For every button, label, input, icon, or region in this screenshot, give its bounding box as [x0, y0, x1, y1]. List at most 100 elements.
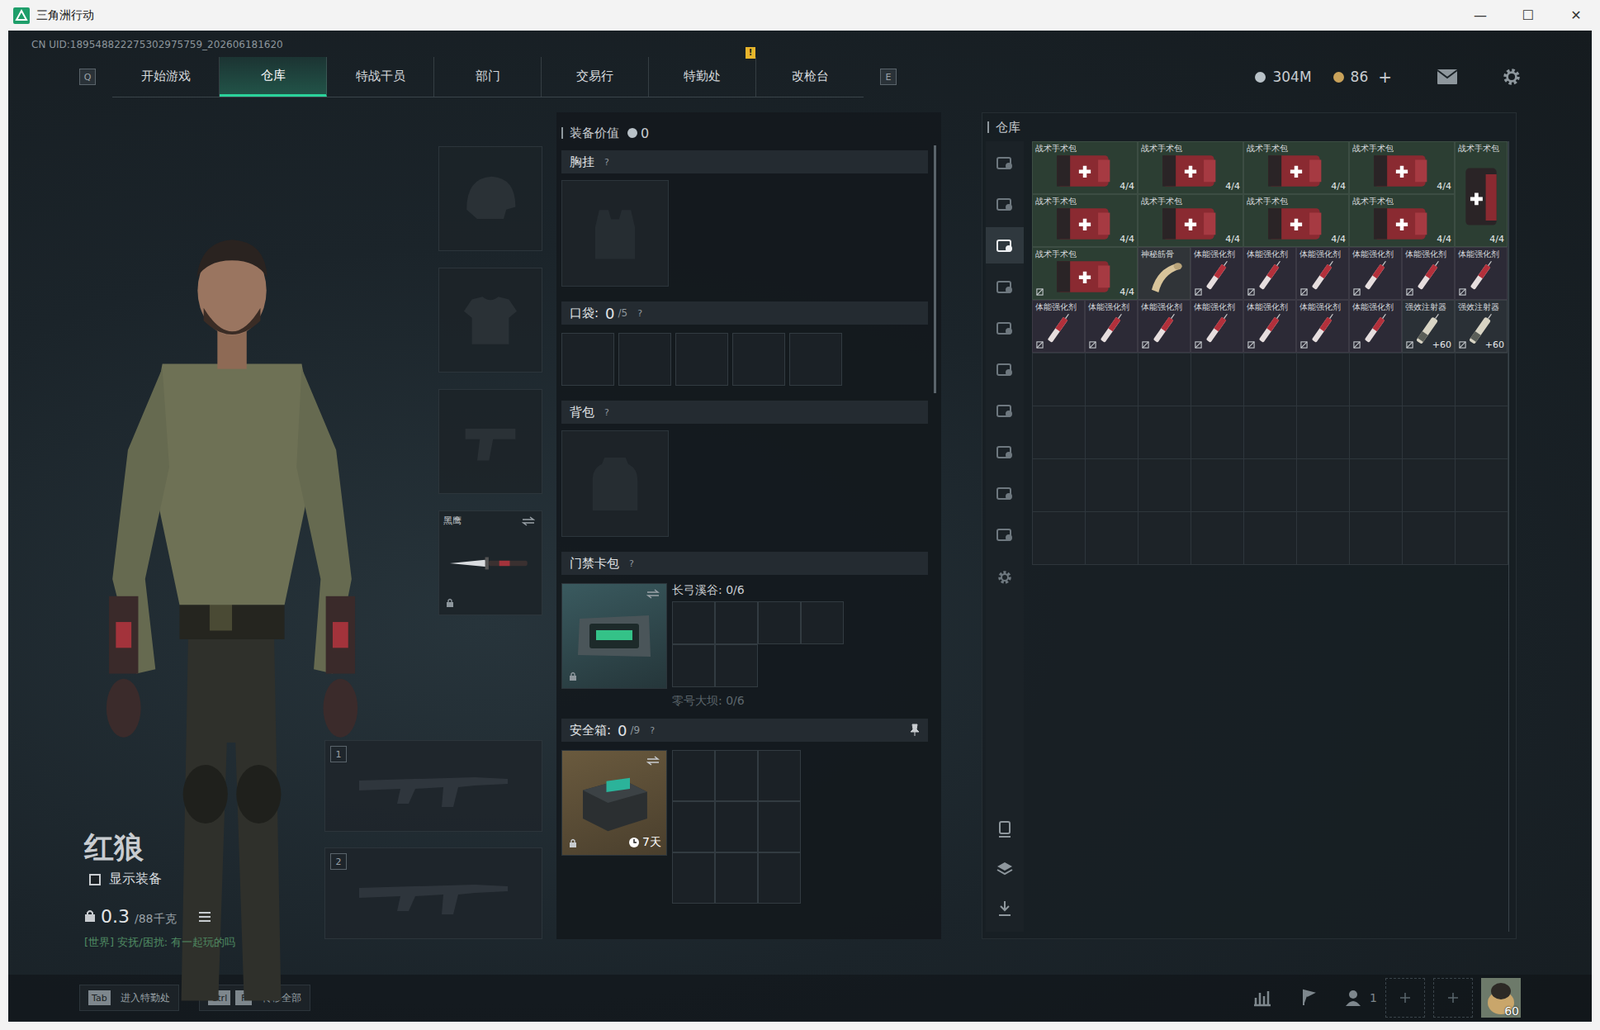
pocket-slot[interactable] — [789, 332, 843, 386]
nav-tab[interactable]: 改枪台 — [756, 56, 864, 97]
weapon-slot[interactable]: 1 — [324, 739, 543, 832]
keycard-cell[interactable] — [672, 601, 715, 644]
keycard-cell[interactable] — [672, 643, 715, 687]
stats-chart-icon[interactable] — [1252, 987, 1273, 1008]
gear-slot[interactable] — [438, 146, 543, 251]
warehouse-item[interactable]: 体能强化剂 — [1296, 299, 1350, 353]
warehouse-item[interactable]: 体能强化剂 — [1190, 246, 1244, 300]
warehouse-tab[interactable] — [985, 227, 1024, 264]
keycard-cell[interactable] — [757, 601, 801, 644]
warehouse-item[interactable]: 体能强化剂 — [1296, 246, 1350, 300]
pocket-slot[interactable] — [675, 332, 729, 386]
window-control-button[interactable]: — — [1456, 0, 1505, 31]
warehouse-scrollbar[interactable] — [1508, 141, 1510, 932]
gear-slot[interactable] — [438, 388, 543, 494]
warehouse-item[interactable]: 体能强化剂 — [1084, 299, 1138, 353]
nav-tab[interactable]: 部门 — [434, 56, 542, 97]
gear-slot[interactable]: 黑鹰 — [438, 510, 543, 616]
warehouse-item[interactable]: 战术手术包4/4 — [1349, 194, 1455, 247]
safebox-cell[interactable] — [672, 800, 715, 853]
nav-tab[interactable]: 开始游戏 — [112, 56, 220, 97]
invite-slot[interactable] — [1385, 977, 1425, 1018]
warehouse-tab[interactable] — [985, 392, 1024, 429]
warehouse-item[interactable]: 战术手术包4/4 — [1349, 141, 1455, 195]
safebox-cell[interactable] — [714, 800, 758, 853]
nav-next-key[interactable]: E — [880, 68, 897, 86]
warehouse-item[interactable]: 体能强化剂 — [1349, 246, 1402, 300]
chat-line[interactable]: [世界] 安抚/困扰: 有一起玩的吗 — [84, 934, 236, 950]
swap-icon[interactable] — [646, 588, 660, 599]
warehouse-tab[interactable] — [985, 185, 1024, 223]
warehouse-settings-icon[interactable] — [994, 567, 1015, 587]
warehouse-item[interactable]: 战术手术包4/4 — [1031, 246, 1138, 300]
pin-icon[interactable] — [909, 723, 920, 737]
settings-gear-icon[interactable] — [1500, 66, 1523, 88]
show-gear-checkbox[interactable]: 显示装备 — [89, 870, 236, 888]
warehouse-item[interactable]: 体能强化剂 — [1243, 246, 1297, 300]
safebox-cell[interactable] — [757, 852, 801, 904]
warehouse-item[interactable]: 战术手术包4/4 — [1031, 141, 1138, 195]
checkbox[interactable] — [89, 873, 101, 886]
safebox-cell[interactable] — [757, 800, 801, 853]
pocket-slot[interactable] — [561, 332, 615, 386]
keycard-case-slot[interactable] — [561, 582, 668, 689]
player-avatar[interactable]: 60 — [1481, 977, 1521, 1018]
safebox-cell[interactable] — [714, 749, 758, 801]
flag-icon[interactable] — [1298, 987, 1319, 1008]
safebox-cell[interactable] — [672, 749, 715, 801]
loadout-scrollbar[interactable] — [933, 145, 937, 393]
help-icon[interactable]: ? — [629, 558, 635, 569]
warehouse-item[interactable]: 体能强化剂 — [1349, 299, 1402, 353]
chest-slot[interactable] — [561, 179, 669, 287]
safebox-cell[interactable] — [757, 749, 801, 801]
warehouse-item[interactable]: 战术手术包4/4 — [1031, 194, 1138, 247]
warehouse-tab[interactable] — [985, 144, 1024, 181]
add-currency-button[interactable]: + — [1372, 66, 1397, 88]
window-control-button[interactable]: ✕ — [1552, 0, 1600, 31]
warehouse-tab[interactable] — [985, 474, 1024, 512]
warehouse-tab[interactable] — [985, 350, 1024, 388]
warehouse-tab[interactable] — [985, 309, 1024, 346]
warehouse-item[interactable]: 体能强化剂 — [1190, 299, 1244, 353]
warehouse-item[interactable]: 体能强化剂 — [1137, 299, 1191, 353]
nav-tab[interactable]: 特勤处 ! — [648, 56, 757, 97]
keycard-cell[interactable] — [714, 601, 758, 644]
window-control-button[interactable]: ☐ — [1504, 0, 1553, 31]
warehouse-item[interactable]: 体能强化剂 — [1454, 246, 1508, 300]
mail-icon[interactable] — [1436, 68, 1458, 86]
help-icon[interactable]: ? — [604, 156, 610, 168]
pocket-slot[interactable] — [618, 332, 672, 386]
keycard-cell[interactable] — [800, 601, 844, 644]
warehouse-item[interactable]: 体能强化剂 — [1401, 246, 1455, 300]
gear-slot[interactable] — [438, 267, 543, 373]
swap-icon[interactable] — [521, 515, 535, 526]
warehouse-tab[interactable] — [985, 515, 1024, 553]
warehouse-item[interactable]: 强效注射器+60 — [1401, 299, 1455, 353]
warehouse-item[interactable]: 战术手术包4/4 — [1243, 194, 1350, 247]
warehouse-tab[interactable] — [985, 268, 1024, 305]
squad-button[interactable]: 1 — [1344, 987, 1378, 1008]
weapon-slot[interactable]: 2 — [324, 847, 543, 939]
backpack-slot[interactable] — [561, 430, 669, 537]
warehouse-item[interactable]: 强效注射器+60 — [1454, 299, 1508, 353]
help-icon[interactable]: ? — [637, 307, 643, 319]
warehouse-tab[interactable] — [985, 433, 1024, 470]
nav-tab[interactable]: 仓库 — [219, 56, 327, 97]
safebox-cell[interactable] — [672, 852, 715, 904]
warehouse-item[interactable]: 战术手术包4/4 — [1243, 141, 1350, 195]
invite-slot[interactable] — [1433, 977, 1473, 1018]
list-icon[interactable] — [198, 910, 212, 923]
warehouse-item[interactable]: 神秘筋骨 — [1137, 246, 1191, 300]
warehouse-item[interactable]: 体能强化剂 — [1243, 299, 1297, 353]
keycard-cell[interactable] — [714, 643, 758, 687]
swap-icon[interactable] — [646, 755, 660, 766]
warehouse-item[interactable]: 战术手术包4/4 — [1137, 141, 1244, 195]
help-icon[interactable]: ? — [604, 407, 610, 418]
pocket-slot[interactable] — [732, 332, 786, 386]
transfer-icon[interactable] — [994, 898, 1015, 919]
warehouse-item[interactable]: 战术手术包4/4 — [1137, 194, 1244, 247]
safebox-slot[interactable]: 7天 — [561, 749, 668, 856]
warehouse-item[interactable]: 战术手术包4/4 — [1454, 141, 1508, 247]
nav-tab[interactable]: 特战干员 — [326, 56, 435, 97]
safebox-cell[interactable] — [714, 852, 758, 904]
